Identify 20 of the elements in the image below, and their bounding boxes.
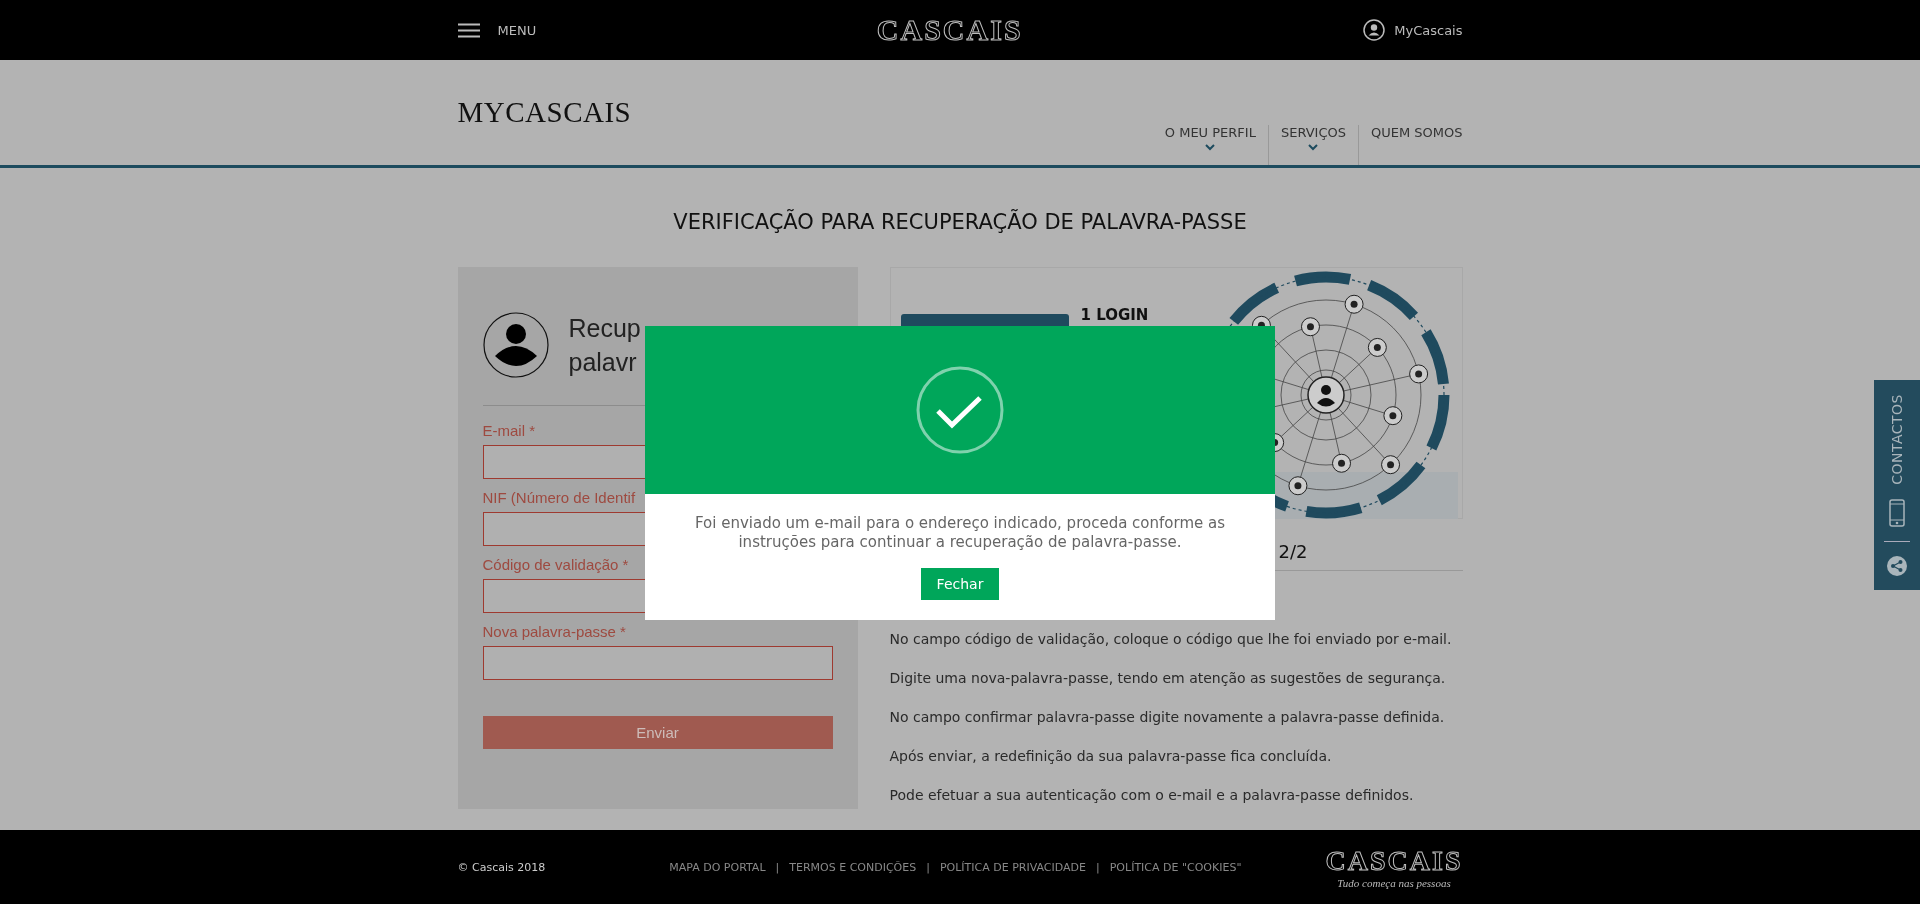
link-separator: |: [1096, 860, 1100, 874]
form-heading: Recup: [568, 313, 641, 344]
step-text: No campo código de validação, coloque o código que lhe foi enviado por e-mail.: [889, 631, 1453, 647]
link-separator: |: [926, 860, 930, 874]
link-separator: |: [775, 860, 780, 874]
field-label: E-mail *: [482, 422, 536, 439]
step-text: Pode efetuar a sua autenticação com o e-mail e a palavra-passe definidos.: [889, 787, 1415, 803]
tagline: Tudo começa nas pessoas: [1337, 877, 1451, 889]
banner-label: 1 LOGIN: [1080, 306, 1149, 324]
page-title: VERIFICAÇÃO PARA RECUPERAÇÃO DE PALAVRA-PASSE: [672, 210, 1248, 234]
copyright: © Cascais 2018: [457, 860, 546, 874]
site-title: MYCASCAIS: [457, 96, 632, 130]
field-label: Nova palavra-passe *: [482, 623, 627, 640]
field-label: NIF (Número de Identif: [482, 489, 637, 506]
field-label: Código de validação *: [482, 556, 630, 573]
step-text: No campo confirmar palavra-passe digite novamente a palavra-passe definida.: [889, 709, 1446, 725]
step-text: Após enviar, a redefinição da sua palavra-passe fica concluída.: [889, 748, 1333, 764]
footer-logo: CASCAIS: [1325, 845, 1463, 877]
form-heading: palavr: [568, 347, 637, 378]
step-text: Digite uma nova-palavra-passe, tendo em atenção as sugestões de segurança.: [889, 670, 1447, 686]
